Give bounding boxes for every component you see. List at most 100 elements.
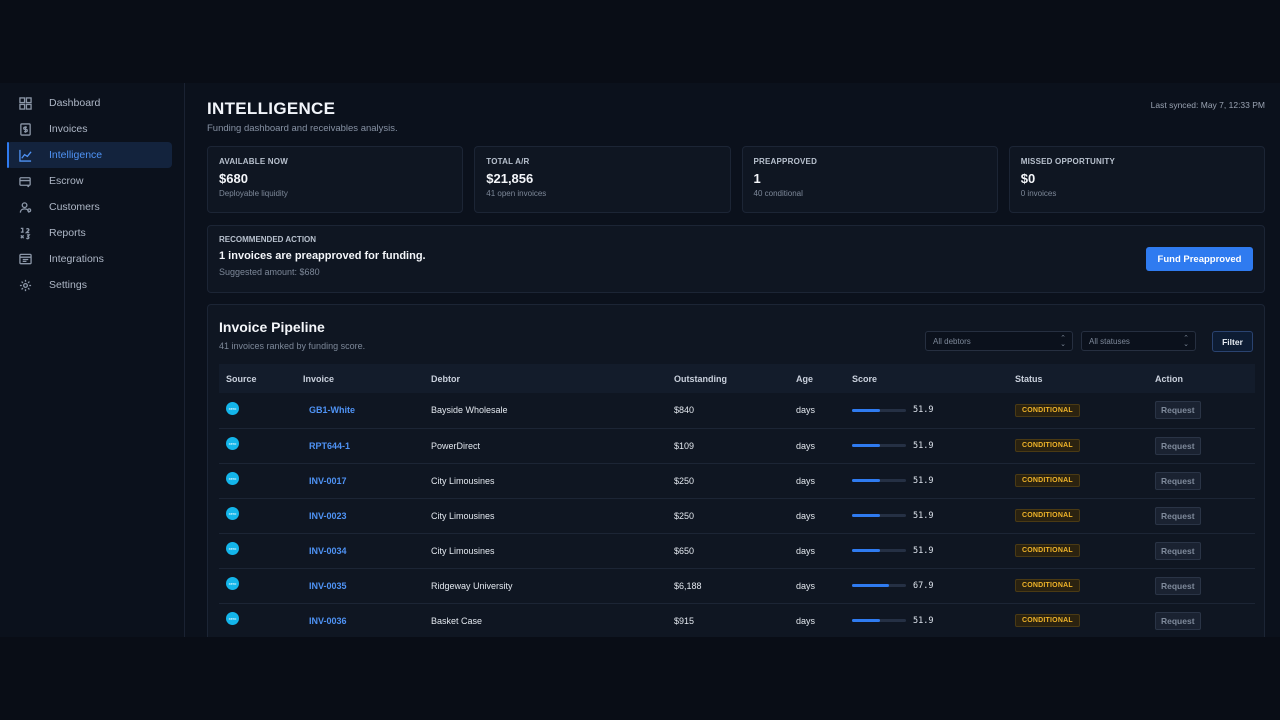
sidebar-item-escrow[interactable]: Escrow	[7, 168, 172, 194]
status-select[interactable]: All statuses ⌃ ⌄	[1081, 331, 1196, 351]
xero-icon: xero	[226, 507, 239, 520]
sidebar-item-dashboard[interactable]: Dashboard	[7, 90, 172, 116]
request-button[interactable]: Request	[1155, 471, 1201, 490]
xero-icon: xero	[226, 401, 239, 415]
reco-suggested-amount: Suggested amount: $680	[219, 267, 320, 277]
sidebar-item-settings[interactable]: Settings	[7, 272, 172, 298]
score-bar-fill	[852, 444, 881, 447]
request-button[interactable]: Request	[1155, 436, 1201, 455]
table-row: xero RPT644-1 PowerDirect $109 days 51.9…	[219, 428, 1255, 463]
filter-button[interactable]: Filter	[1212, 331, 1253, 352]
reports-icon	[18, 226, 32, 240]
column-header-age: Age	[796, 373, 814, 384]
dollar-doc-icon	[18, 122, 32, 136]
stat-sub: Deployable liquidity	[219, 189, 288, 198]
outstanding-cell: $109	[674, 440, 695, 451]
sidebar-item-label: Intelligence	[49, 149, 103, 161]
sidebar-item-label: Customers	[49, 201, 100, 213]
status-badge: CONDITIONAL	[1015, 509, 1080, 522]
sidebar-item-intelligence[interactable]: Intelligence	[7, 142, 172, 168]
status-badge: CONDITIONAL	[1015, 474, 1080, 487]
age-cell: days	[796, 510, 816, 521]
invoice-link[interactable]: INV-0036	[303, 616, 347, 626]
column-header-outstanding: Outstanding	[674, 373, 727, 384]
outstanding-cell: $840	[674, 405, 695, 416]
score-bar	[852, 549, 906, 552]
sidebar-item-label: Reports	[49, 227, 86, 239]
debtor-cell: Bayside Wholesale	[431, 405, 508, 416]
sidebar-item-label: Integrations	[49, 253, 104, 265]
sidebar-item-reports[interactable]: Reports	[7, 220, 172, 246]
status-badge: CONDITIONAL	[1015, 439, 1080, 452]
select-caret-icon: ⌃ ⌄	[1060, 335, 1066, 348]
column-header-action: Action	[1155, 373, 1183, 384]
sidebar-item-label: Invoices	[49, 123, 88, 135]
main-content: INTELLIGENCE Funding dashboard and recei…	[185, 83, 1280, 637]
request-button[interactable]: Request	[1155, 401, 1201, 420]
debtor-select[interactable]: All debtors ⌃ ⌄	[925, 331, 1073, 351]
invoice-link[interactable]: RPT644-1	[303, 441, 350, 451]
table-row: xero INV-0023 City Limousines $250 days …	[219, 498, 1255, 533]
request-button[interactable]: Request	[1155, 541, 1201, 560]
sidebar-item-customers[interactable]: Customers	[7, 194, 172, 220]
invoice-link[interactable]: GB1-White	[303, 405, 355, 415]
age-cell: days	[796, 475, 816, 486]
sidebar-item-integrations[interactable]: Integrations	[7, 246, 172, 272]
outstanding-cell: $6,188	[674, 580, 702, 591]
xero-icon: xero	[226, 612, 239, 625]
age-cell: days	[796, 615, 816, 626]
column-header-invoice: Invoice	[303, 373, 335, 384]
stat-sub: 41 open invoices	[486, 189, 547, 198]
invoice-rows: xero GB1-White Bayside Wholesale $840 da…	[219, 393, 1255, 637]
recommended-action-card: RECOMMENDED ACTION 1 invoices are preapp…	[207, 225, 1265, 293]
score-cell: 51.9	[852, 441, 1008, 451]
score-bar-fill	[852, 514, 881, 517]
score-cell: 67.9	[852, 581, 1008, 591]
column-header-debtor: Debtor	[431, 373, 460, 384]
xero-icon: xero	[226, 437, 239, 450]
debtor-cell: City Limousines	[431, 510, 495, 521]
score-bar	[852, 444, 906, 447]
grid-icon	[18, 96, 32, 110]
debtor-cell: City Limousines	[431, 475, 495, 486]
stat-available-now: AVAILABLE NOW $680 Deployable liquidity	[207, 146, 464, 213]
invoice-link[interactable]: INV-0023	[303, 511, 347, 521]
debtor-cell: City Limousines	[431, 545, 495, 556]
table-row: xero INV-0017 City Limousines $250 days …	[219, 463, 1255, 498]
stat-value: $680	[219, 171, 248, 186]
stat-sub: 0 invoices	[1020, 189, 1057, 198]
request-button[interactable]: Request	[1155, 611, 1201, 630]
xero-icon: xero	[226, 542, 239, 555]
last-synced: Last synced: May 7, 12:33 PM	[1150, 100, 1265, 110]
table-row: xero INV-0034 City Limousines $650 days …	[219, 533, 1255, 568]
xero-icon: xero	[226, 577, 239, 590]
stat-label: PREAPPROVED	[753, 157, 818, 166]
fund-preapproved-button[interactable]: Fund Preapproved	[1146, 247, 1253, 271]
status-badge: CONDITIONAL	[1015, 403, 1080, 417]
gear-icon	[18, 278, 32, 292]
stat-total-ar: TOTAL A/R $21,856 41 open invoices	[474, 146, 731, 213]
integrations-icon	[18, 252, 32, 266]
score-bar	[852, 584, 906, 587]
invoice-link[interactable]: INV-0034	[303, 546, 347, 556]
app-window: Dashboard Invoices Intelligence Escrow C…	[0, 83, 1280, 637]
invoice-link[interactable]: INV-0017	[303, 476, 347, 486]
score-bar	[852, 514, 906, 517]
escrow-icon	[18, 174, 32, 188]
sidebar-item-invoices[interactable]: Invoices	[7, 116, 172, 142]
pipeline-subtitle: 41 invoices ranked by funding score.	[219, 341, 366, 351]
reco-title: 1 invoices are preapproved for funding.	[219, 250, 426, 262]
column-header-score: Score	[852, 373, 878, 384]
invoice-link[interactable]: INV-0035	[303, 581, 347, 591]
status-select-value: All statuses	[1089, 337, 1130, 346]
column-header-status: Status	[1015, 373, 1043, 384]
page-title: INTELLIGENCE	[207, 99, 336, 118]
request-button[interactable]: Request	[1155, 576, 1201, 595]
stat-label: TOTAL A/R	[486, 157, 530, 166]
score-cell: 51.9	[852, 511, 1008, 521]
select-caret-icon: ⌃ ⌄	[1183, 335, 1189, 348]
stat-value: $0	[1020, 171, 1036, 186]
stat-label: MISSED OPPORTUNITY	[1020, 157, 1116, 166]
score-value: 51.9	[913, 615, 934, 626]
request-button[interactable]: Request	[1155, 506, 1201, 525]
